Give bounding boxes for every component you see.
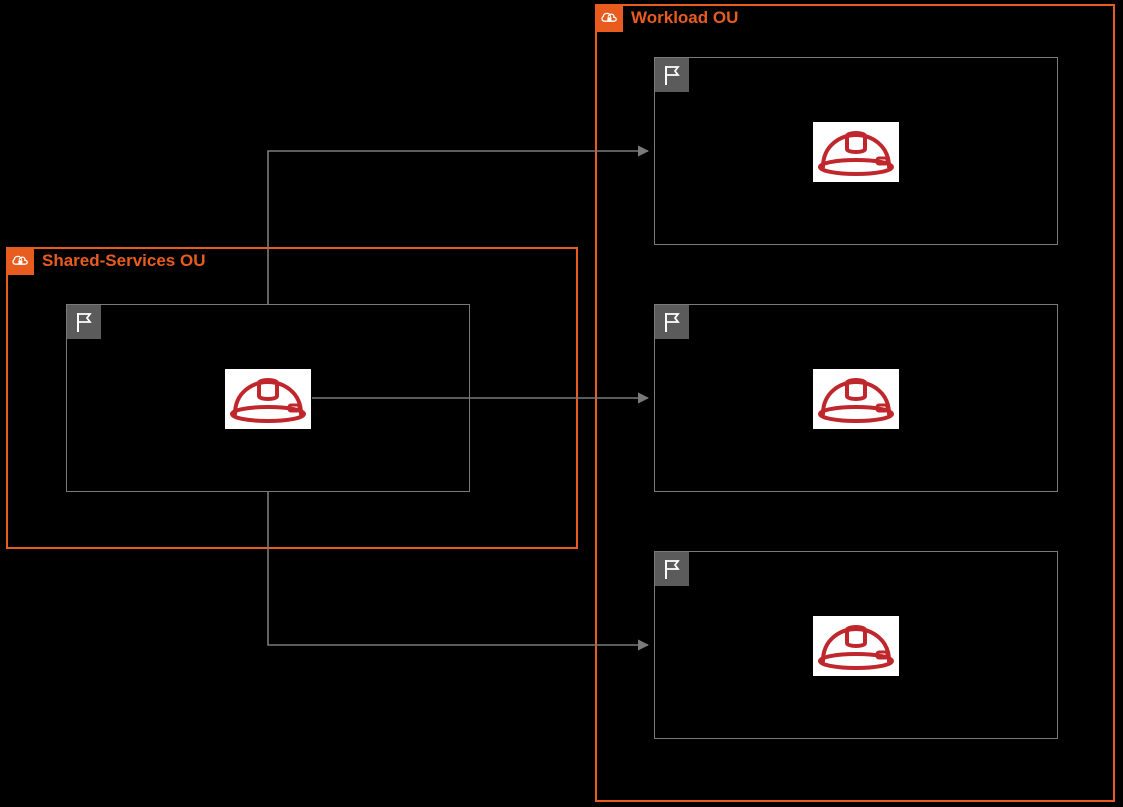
workload-account-box [654, 304, 1058, 492]
hardhat-icon [813, 369, 899, 429]
workload-account-box [654, 57, 1058, 245]
ou-header: Shared-Services OU [6, 247, 205, 275]
hardhat-icon [225, 369, 311, 429]
workload-account-box [654, 551, 1058, 739]
ou-title: Shared-Services OU [34, 251, 205, 271]
ou-header: Workload OU [595, 4, 738, 32]
hardhat-icon [813, 616, 899, 676]
flag-icon [655, 305, 689, 339]
ou-title: Workload OU [623, 8, 738, 28]
hardhat-icon [813, 122, 899, 182]
cloud-lock-icon [6, 247, 34, 275]
shared-account-box [66, 304, 470, 492]
flag-icon [655, 58, 689, 92]
flag-icon [655, 552, 689, 586]
flag-icon [67, 305, 101, 339]
cloud-lock-icon [595, 4, 623, 32]
